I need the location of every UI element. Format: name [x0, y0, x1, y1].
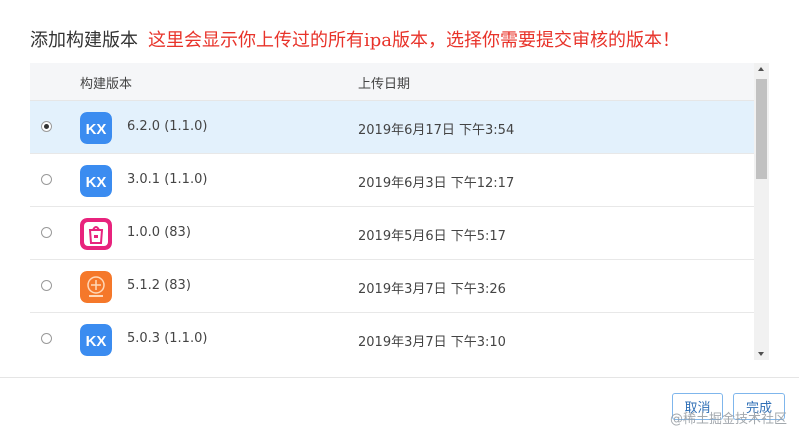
svg-text:KX: KX — [86, 174, 107, 191]
dialog-title: 添加构建版本 — [30, 30, 138, 51]
svg-text:KX: KX — [86, 121, 107, 138]
watermark: @稀土掘金技术社区 — [669, 412, 787, 427]
table-scrollbar[interactable] — [754, 63, 769, 360]
table-row[interactable]: 5.1.2 (83) 2019年3月7日 下午3:26 — [30, 260, 754, 313]
upload-date: 2019年3月7日 下午3:10 — [358, 335, 506, 350]
build-radio[interactable] — [41, 333, 52, 344]
scroll-down-arrow-icon[interactable] — [758, 352, 764, 356]
shopping-bag-app-icon — [80, 218, 112, 250]
build-version: 5.0.3 (1.1.0) — [127, 331, 208, 346]
kx-app-icon: KX — [80, 112, 112, 144]
footer-divider — [0, 377, 799, 378]
table-rows: KX 6.2.0 (1.1.0) 2019年6月17日 下午3:54 KX 3.… — [30, 101, 754, 360]
build-radio[interactable] — [41, 227, 52, 238]
upload-date: 2019年3月7日 下午3:26 — [358, 282, 506, 297]
upload-date: 2019年6月3日 下午12:17 — [358, 176, 515, 191]
header-build: 构建版本 — [80, 77, 133, 92]
upload-date: 2019年6月17日 下午3:54 — [358, 123, 515, 138]
scroll-thumb[interactable] — [756, 79, 767, 179]
build-version: 6.2.0 (1.1.0) — [127, 119, 208, 134]
build-version: 1.0.0 (83) — [127, 225, 191, 240]
build-radio[interactable] — [41, 280, 52, 291]
upload-date: 2019年5月6日 下午5:17 — [358, 229, 506, 244]
dialog-title-row: 添加构建版本 这里会显示你上传过的所有ipa版本，选择你需要提交审核的版本！ — [30, 26, 680, 52]
build-version: 5.1.2 (83) — [127, 278, 191, 293]
build-radio[interactable] — [41, 174, 52, 185]
annotation-text: 这里会显示你上传过的所有ipa版本，选择你需要提交审核的版本！ — [148, 30, 681, 51]
table-header: 构建版本 上传日期 — [30, 63, 754, 101]
build-radio[interactable] — [41, 121, 52, 132]
build-version: 3.0.1 (1.1.0) — [127, 172, 208, 187]
table-row[interactable]: KX 5.0.3 (1.1.0) 2019年3月7日 下午3:10 — [30, 313, 754, 360]
table-row[interactable]: 1.0.0 (83) 2019年5月6日 下午5:17 — [30, 207, 754, 260]
table-row[interactable]: KX 3.0.1 (1.1.0) 2019年6月3日 下午12:17 — [30, 154, 754, 207]
build-table: 构建版本 上传日期 KX 6.2.0 (1.1.0) 2019年6月17日 下午… — [30, 63, 769, 360]
header-upload-date: 上传日期 — [358, 77, 411, 92]
table-row[interactable]: KX 6.2.0 (1.1.0) 2019年6月17日 下午3:54 — [30, 101, 754, 154]
svg-text:KX: KX — [86, 333, 107, 350]
kx-app-icon: KX — [80, 165, 112, 197]
scroll-up-arrow-icon[interactable] — [758, 67, 764, 71]
orange-app-icon — [80, 271, 112, 303]
kx-app-icon: KX — [80, 324, 112, 356]
